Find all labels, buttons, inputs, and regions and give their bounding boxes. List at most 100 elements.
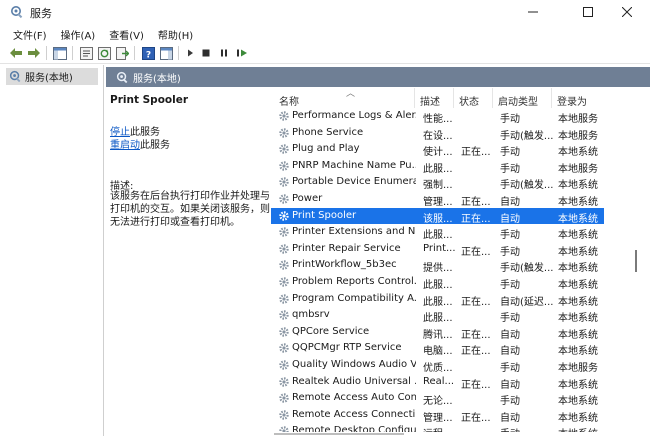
service-gear-icon	[279, 293, 289, 304]
menu-action[interactable]: 操作(A)	[54, 24, 103, 42]
cell-desc: 此服...	[423, 230, 453, 242]
cell-name: Print Spooler	[292, 209, 357, 221]
table-row[interactable]: Portable Device Enumera... 强制... 手动(触发... 本…	[271, 174, 604, 191]
service-gear-icon	[279, 360, 289, 370]
cell-desc: 此服...	[423, 163, 453, 175]
table-row[interactable]: QPCore Service 腾讯... 正在... 自动 本地系统	[271, 324, 604, 341]
help-icon: ?	[141, 46, 155, 60]
cell-desc: 提供...	[423, 263, 453, 275]
service-gear-icon	[279, 277, 289, 287]
table-row[interactable]: QQPCMgr RTP Service 电脑... 正在... 自动 本地系统	[271, 340, 604, 358]
column-header-name[interactable]: ︿ 名称	[274, 88, 415, 108]
play-icon	[188, 49, 193, 57]
table-row[interactable]: Quality Windows Audio V... 优质... 手动 本地服务	[271, 357, 604, 374]
table-row[interactable]: Print Spooler 该服... 正在... 自动 本地系统	[271, 207, 604, 225]
column-header-log-on-as[interactable]: 登录为	[552, 88, 631, 108]
vertical-scrollbar-thumb[interactable]	[635, 250, 637, 272]
vertical-scrollbar[interactable]	[632, 88, 641, 436]
cell-desc: 此服...	[423, 296, 453, 308]
horizontal-scrollbar[interactable]	[271, 432, 631, 436]
menu-file[interactable]: 文件(F)	[6, 24, 54, 42]
sort-ascending-icon: ︿	[346, 89, 356, 99]
table-row[interactable]: Remote Access Connecti... 管理... 正在... 自动 本地系…	[271, 407, 604, 424]
cell-startup: 手动(触发...	[500, 263, 554, 275]
panel-header-title: 服务(本地)	[133, 73, 181, 85]
cell-desc: Real...	[423, 375, 455, 387]
table-row[interactable]: PNRP Machine Name Pu... 此服... 手动 本地服务	[271, 158, 604, 175]
cell-logon: 本地系统	[558, 213, 598, 225]
cell-logon: 本地系统	[558, 329, 598, 341]
stop-service-button[interactable]	[198, 45, 214, 61]
cell-name: Remote Access Auto Con...	[292, 392, 416, 404]
cell-logon: 本地系统	[558, 296, 598, 308]
back-button[interactable]	[8, 45, 24, 61]
menu-help[interactable]: 帮助(H)	[151, 24, 200, 42]
export-list-button[interactable]	[114, 45, 130, 61]
minimize-button[interactable]	[510, 0, 556, 24]
column-header-description[interactable]: 描述	[415, 88, 454, 108]
cell-logon: 本地系统	[558, 280, 598, 291]
restart-service-button[interactable]	[234, 45, 250, 61]
cell-logon: 本地服务	[558, 363, 598, 374]
service-gear-icon	[279, 410, 289, 420]
table-row[interactable]: Plug and Play 使计... 正在... 手动 本地系统	[271, 141, 604, 159]
table-row[interactable]: PrintWorkflow_5b3ec 提供... 手动(触发... 本地系统	[271, 257, 604, 275]
cell-desc: 无论...	[423, 396, 453, 408]
svg-text:?: ?	[145, 50, 150, 60]
cell-desc: 电脑...	[423, 346, 453, 358]
cell-name: Performance Logs & Aler...	[292, 110, 416, 121]
service-description: 该服务在后台执行打印作业并处理与打印机的交互。如果关闭该服务，则无法进行打印或查…	[110, 191, 270, 228]
menu-view[interactable]: 查看(V)	[102, 24, 151, 42]
cell-status: 正在...	[461, 147, 491, 159]
table-row[interactable]: Power 管理... 正在... 自动 本地系统	[271, 191, 604, 208]
forward-button[interactable]	[26, 45, 42, 61]
cell-name: Program Compatibility A...	[292, 292, 416, 304]
table-row[interactable]: Problem Reports Control... 此服... 手动 本地系统	[271, 274, 604, 291]
help-button[interactable]: ?	[140, 45, 156, 61]
table-row[interactable]: Performance Logs & Aler... 性能... 手动 本地服务	[271, 108, 604, 125]
cell-name: Phone Service	[292, 126, 364, 138]
cell-startup: 手动(触发...	[500, 130, 554, 142]
horizontal-scrollbar-thumb[interactable]	[274, 433, 404, 435]
cell-logon: 本地系统	[558, 346, 598, 358]
column-header-startup-type[interactable]: 启动类型	[493, 88, 552, 108]
table-row[interactable]: Remote Access Auto Con... 无论... 手动 本地系统	[271, 390, 604, 408]
cell-status: 正在...	[461, 329, 491, 341]
table-row[interactable]: Realtek Audio Universal ... Real... 正在... 自…	[271, 374, 604, 391]
action-pane-icon	[159, 46, 173, 60]
service-gear-icon	[279, 393, 289, 403]
pause-service-button[interactable]	[216, 45, 232, 61]
refresh-button[interactable]	[96, 45, 112, 61]
cell-status: 正在...	[461, 197, 491, 208]
tree-item-services-local[interactable]: 服务(本地)	[6, 68, 98, 85]
toolbar-separator	[178, 46, 179, 60]
show-action-pane-button[interactable]	[158, 45, 174, 61]
window-title: 服务	[30, 7, 52, 20]
column-header-status[interactable]: 状态	[454, 88, 493, 108]
cell-status: 正在...	[461, 213, 491, 225]
console-tree-button[interactable]	[52, 45, 68, 61]
cell-logon: 本地服务	[558, 130, 598, 142]
services-icon	[9, 70, 21, 83]
cell-startup: 手动	[500, 114, 520, 125]
cell-logon: 本地系统	[558, 379, 598, 391]
start-service-button[interactable]	[182, 45, 198, 61]
cell-name: Problem Reports Control...	[292, 276, 416, 287]
cell-name: QPCore Service	[292, 325, 370, 337]
cell-startup: 手动	[500, 280, 520, 291]
properties-button[interactable]	[78, 45, 94, 61]
restart-service-link[interactable]: 重启动	[110, 140, 140, 151]
table-row[interactable]: Printer Repair Service Print... 正在... 手动 本地系…	[271, 241, 604, 258]
cell-desc: 腾讯...	[423, 329, 453, 341]
table-row[interactable]: Phone Service 在设... 手动(触发... 本地服务	[271, 125, 604, 142]
close-button[interactable]	[604, 0, 650, 24]
service-gear-icon	[279, 127, 289, 138]
export-list-icon	[115, 46, 129, 60]
table-row[interactable]: Program Compatibility A... 此服... 正在... 自动(延…	[271, 291, 604, 308]
cell-desc: 性能...	[423, 114, 453, 125]
service-gear-icon	[279, 177, 289, 188]
table-row[interactable]: qmbsrv 此服... 手动 本地系统	[271, 307, 604, 324]
service-detail-pane: Print Spooler 停止此服务 重启动此服务 描述: 该服务在后台执行打…	[106, 88, 271, 436]
table-row[interactable]: Printer Extensions and N... 此服... 手动 本地系统	[271, 224, 604, 242]
console-tree-icon	[53, 46, 67, 60]
